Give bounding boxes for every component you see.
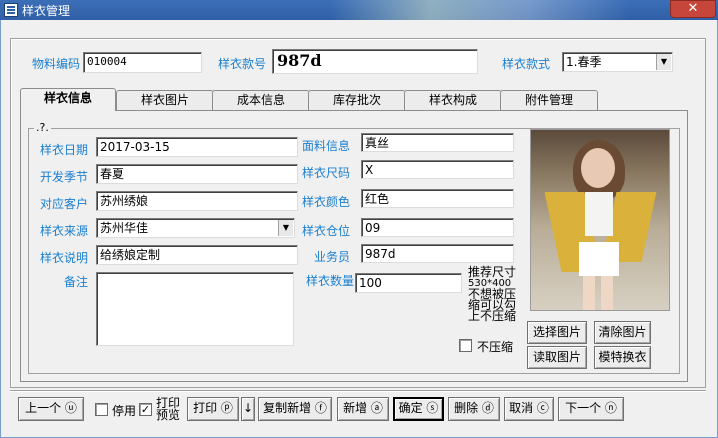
print-arrow-button[interactable]: ↓ — [241, 397, 255, 421]
disable-label: 停用 — [112, 404, 137, 418]
group-title: .?. — [34, 121, 51, 134]
title-bar: 样衣管理 ✕ — [0, 0, 718, 20]
salesman-field[interactable]: 987d — [361, 244, 514, 263]
hint-line: 上不压缩 — [468, 309, 517, 323]
bottom-separator — [10, 390, 706, 392]
image-size-hint: 推荐尺寸 530*400 不想被压 缩可以勾 上不压缩 — [468, 265, 517, 323]
photo-shape — [585, 192, 613, 236]
sample-photo — [530, 129, 670, 311]
material-code-field[interactable]: 010004 — [83, 52, 202, 73]
size-label: 样衣尺码 — [302, 166, 351, 180]
tab-sample-images[interactable]: 样衣图片 — [116, 90, 214, 110]
print-preview-label: 打印 预览 — [156, 397, 180, 421]
style-type-value: 1.春季 — [566, 55, 602, 69]
fabric-field[interactable]: 真丝 — [361, 133, 514, 152]
tab-stock-batch[interactable]: 库存批次 — [308, 90, 406, 110]
read-image-button[interactable]: 读取图片 — [527, 346, 587, 369]
copy-new-button[interactable]: 复制新增 ⓕ — [258, 397, 332, 421]
next-button[interactable]: 下一个 ⓝ — [558, 397, 624, 421]
print-preview-line: 预览 — [156, 408, 181, 422]
desc-label: 样衣说明 — [40, 251, 89, 265]
photo-shape — [581, 148, 615, 188]
date-field[interactable]: 2017-03-15 — [96, 137, 298, 157]
print-preview-checkbox[interactable]: ✓ — [139, 403, 152, 416]
confirm-button[interactable]: 确定 ⓢ — [393, 397, 444, 421]
location-label: 样衣仓位 — [302, 224, 351, 238]
select-image-button[interactable]: 选择图片 — [527, 321, 587, 344]
source-label: 样衣来源 — [40, 224, 89, 238]
tab-composition[interactable]: 样衣构成 — [404, 90, 502, 110]
size-field[interactable]: X — [361, 160, 514, 179]
color-field[interactable]: 红色 — [361, 189, 514, 208]
customer-label: 对应客户 — [40, 197, 89, 211]
date-label: 样衣日期 — [40, 143, 89, 157]
no-compress-checkbox[interactable] — [459, 339, 472, 352]
remark-label: 备注 — [64, 275, 89, 289]
qty-label: 样衣数量 — [306, 274, 355, 288]
chevron-down-icon[interactable]: ▼ — [656, 54, 671, 70]
color-label: 样衣颜色 — [302, 195, 351, 209]
season-label: 开发季节 — [40, 170, 89, 184]
fabric-label: 面料信息 — [302, 139, 351, 153]
source-select[interactable]: 苏州华佳 ▼ — [96, 218, 295, 238]
disable-checkbox[interactable] — [95, 403, 108, 416]
close-button[interactable]: ✕ — [670, 0, 716, 18]
desc-field[interactable]: 给绣娘定制 — [96, 245, 298, 265]
tab-sample-info[interactable]: 样衣信息 — [20, 88, 116, 111]
photo-shape — [601, 276, 613, 310]
chevron-down-icon[interactable]: ▼ — [278, 220, 293, 236]
delete-button[interactable]: 删除 ⓓ — [448, 397, 500, 421]
style-type-select[interactable]: 1.春季 ▼ — [562, 52, 673, 72]
style-no-label: 样衣款号 — [218, 57, 267, 71]
title-bar-background — [330, 0, 630, 20]
window-title: 样衣管理 — [22, 4, 71, 18]
photo-shape — [583, 276, 595, 310]
salesman-label: 业务员 — [314, 250, 351, 264]
qty-field[interactable]: 100 — [355, 273, 462, 293]
print-button[interactable]: 打印 ⓟ — [187, 397, 239, 421]
source-value: 苏州华佳 — [100, 221, 149, 235]
cancel-button[interactable]: 取消 ⓒ — [504, 397, 554, 421]
material-code-label: 物料编码 — [32, 57, 81, 71]
remark-textarea[interactable] — [96, 272, 294, 346]
add-button[interactable]: 新增 ⓐ — [337, 397, 389, 421]
model-change-button[interactable]: 模特换衣 — [594, 346, 651, 369]
photo-shape — [579, 242, 619, 276]
style-no-field[interactable]: 987d — [272, 49, 478, 74]
tab-attachments[interactable]: 附件管理 — [500, 90, 598, 110]
hint-line: 推荐尺寸 — [468, 265, 517, 279]
no-compress-label: 不压缩 — [477, 340, 514, 354]
tab-cost-info[interactable]: 成本信息 — [212, 90, 310, 110]
customer-field[interactable]: 苏州绣娘 — [96, 191, 298, 211]
season-field[interactable]: 春夏 — [96, 164, 298, 184]
style-type-label: 样衣款式 — [502, 57, 551, 71]
location-field[interactable]: 09 — [361, 218, 514, 237]
clear-image-button[interactable]: 清除图片 — [594, 321, 651, 344]
app-icon — [4, 3, 18, 17]
prev-button[interactable]: 上一个 ⓤ — [18, 397, 84, 421]
